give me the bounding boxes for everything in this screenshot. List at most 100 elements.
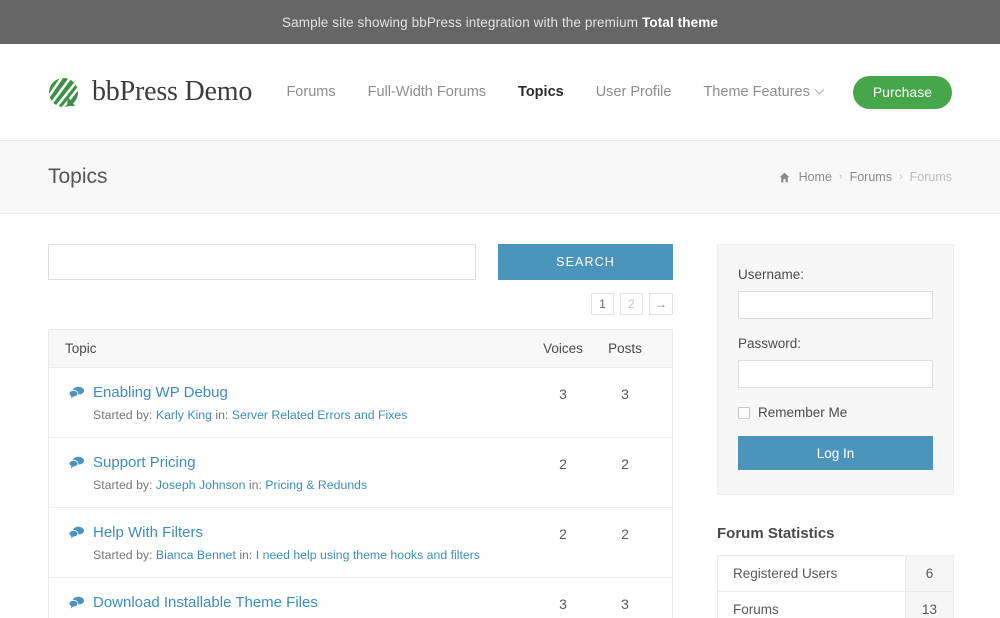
topic-author-link[interactable]: Joseph Johnson: [156, 478, 246, 492]
site-header: bbPress Demo Forums Full-Width Forums To…: [0, 44, 1000, 141]
started-by-label: Started by:: [93, 478, 153, 492]
in-label: in:: [215, 408, 229, 422]
table-row: Download Installable Theme Files Started…: [49, 578, 672, 618]
username-label: Username:: [738, 267, 805, 282]
topics-table: Topic Voices Posts Enabling WP Debug Sta…: [48, 329, 673, 618]
topic-title-link[interactable]: Enabling WP Debug: [93, 384, 228, 401]
list-item: Forums 13: [717, 591, 954, 618]
nav-item-full-width-forums[interactable]: Full-Width Forums: [352, 84, 502, 100]
forum-statistics-list: Registered Users 6 Forums 13: [717, 555, 954, 618]
nav-label: Forums: [286, 84, 336, 100]
comments-icon: [69, 456, 84, 469]
page-title-band: Topics Home › Forums › Forums: [0, 141, 1000, 214]
comments-icon: [69, 596, 84, 609]
site-notice-text: Sample site showing bbPress integration …: [282, 14, 639, 30]
topic-author-link[interactable]: Bianca Bennet: [156, 548, 236, 562]
started-by-label: Started by:: [93, 548, 153, 562]
breadcrumb-item-current: Forums: [909, 170, 952, 184]
forum-statistics-title: Forum Statistics: [717, 525, 835, 542]
remember-me-checkbox[interactable]: [738, 406, 750, 419]
search-button[interactable]: SEARCH: [498, 244, 673, 280]
nav-label: Topics: [518, 84, 564, 100]
in-label: in:: [248, 478, 262, 492]
posts-count: 3: [621, 596, 629, 612]
login-widget: Username: Password: Remember Me Log In: [717, 244, 954, 495]
topic-cell: Support Pricing Started by: Joseph Johns…: [65, 454, 532, 492]
purchase-button[interactable]: Purchase: [852, 75, 952, 109]
home-icon: [779, 172, 789, 182]
topic-title-line: Support Pricing: [69, 454, 532, 471]
password-input[interactable]: [738, 360, 933, 388]
stat-label: Registered Users: [718, 556, 905, 591]
pagination-page-1[interactable]: 1: [591, 293, 614, 315]
breadcrumb-item-home[interactable]: Home: [799, 170, 832, 184]
nav-label: Full-Width Forums: [367, 84, 487, 100]
topic-cell: Download Installable Theme Files Started…: [65, 594, 532, 618]
posts-count: 2: [621, 526, 629, 542]
remember-me-label[interactable]: Remember Me: [758, 405, 847, 420]
topic-cell: Enabling WP Debug Started by: Karly King…: [65, 384, 532, 422]
pagination-page-2[interactable]: 2: [620, 293, 643, 315]
topic-meta: Started by: Karly King in: Server Relate…: [69, 408, 532, 422]
breadcrumb: Home › Forums › Forums: [779, 170, 952, 184]
voices-count: 2: [559, 526, 567, 542]
username-input[interactable]: [738, 291, 933, 319]
in-label: in:: [239, 548, 253, 562]
topic-forum-link[interactable]: Pricing & Redunds: [265, 478, 367, 492]
topic-title-link[interactable]: Download Installable Theme Files: [93, 594, 318, 611]
search-input[interactable]: [48, 244, 476, 280]
sidebar: Username: Password: Remember Me Log In F…: [717, 244, 954, 618]
topic-meta: Started by: Bianca Bennet in: I need hel…: [69, 548, 532, 562]
topic-author-link[interactable]: Karly King: [156, 408, 212, 422]
posts-count: 3: [621, 386, 629, 402]
topic-title-link[interactable]: Help With Filters: [93, 524, 203, 541]
column-header-voices: Voices: [543, 341, 583, 356]
breadcrumb-separator: ›: [838, 171, 843, 183]
voices-count: 2: [559, 456, 567, 472]
forum-search-form: SEARCH: [48, 244, 673, 280]
login-button[interactable]: Log In: [738, 436, 933, 470]
site-logo[interactable]: bbPress Demo: [48, 76, 252, 108]
topic-title-line: Download Installable Theme Files: [69, 594, 532, 611]
topic-title-line: Help With Filters: [69, 524, 532, 541]
remember-me-row: Remember Me: [738, 405, 933, 420]
voices-count: 3: [559, 386, 567, 402]
posts-count: 2: [621, 456, 629, 472]
nav-item-theme-features[interactable]: Theme Features: [687, 84, 838, 100]
topics-table-header: Topic Voices Posts: [49, 330, 672, 368]
bbpress-logo-icon: [48, 77, 79, 107]
breadcrumb-item-forums[interactable]: Forums: [850, 170, 892, 184]
table-row: Support Pricing Started by: Joseph Johns…: [49, 438, 672, 508]
nav-item-user-profile[interactable]: User Profile: [580, 84, 688, 100]
topic-title-link[interactable]: Support Pricing: [93, 454, 196, 471]
nav-label: Theme Features: [703, 84, 810, 100]
topic-forum-link[interactable]: Server Related Errors and Fixes: [232, 408, 408, 422]
pagination-next-button[interactable]: →: [649, 293, 673, 315]
stat-label: Forums: [718, 592, 905, 618]
stat-value: 13: [905, 592, 953, 618]
comments-icon: [69, 526, 84, 539]
chevron-down-icon: [814, 84, 825, 95]
pagination: 1 2 →: [48, 293, 673, 315]
site-notice-emphasis: Total theme: [642, 14, 718, 30]
topic-cell: Help With Filters Started by: Bianca Ben…: [65, 524, 532, 562]
table-row: Help With Filters Started by: Bianca Ben…: [49, 508, 672, 578]
topic-forum-link[interactable]: I need help using theme hooks and filter…: [256, 548, 480, 562]
list-item: Registered Users 6: [717, 555, 954, 591]
site-title: bbPress Demo: [92, 76, 253, 107]
topic-title-line: Enabling WP Debug: [69, 384, 532, 401]
nav-label: User Profile: [595, 84, 672, 100]
password-label: Password:: [738, 336, 802, 351]
stat-value: 6: [905, 556, 953, 591]
site-notice-bar: Sample site showing bbPress integration …: [0, 0, 1000, 44]
main-content: SEARCH 1 2 → Topic Voices Posts Enabling…: [48, 244, 673, 618]
page-body: SEARCH 1 2 → Topic Voices Posts Enabling…: [0, 214, 1000, 618]
voices-count: 3: [559, 596, 567, 612]
nav-item-topics[interactable]: Topics: [502, 84, 580, 100]
column-header-posts: Posts: [608, 341, 642, 356]
nav-item-forums[interactable]: Forums: [270, 84, 351, 100]
table-row: Enabling WP Debug Started by: Karly King…: [49, 368, 672, 438]
main-navigation: Forums Full-Width Forums Topics User Pro…: [270, 75, 952, 109]
column-header-topic: Topic: [65, 341, 97, 356]
page-title: Topics: [48, 165, 108, 188]
